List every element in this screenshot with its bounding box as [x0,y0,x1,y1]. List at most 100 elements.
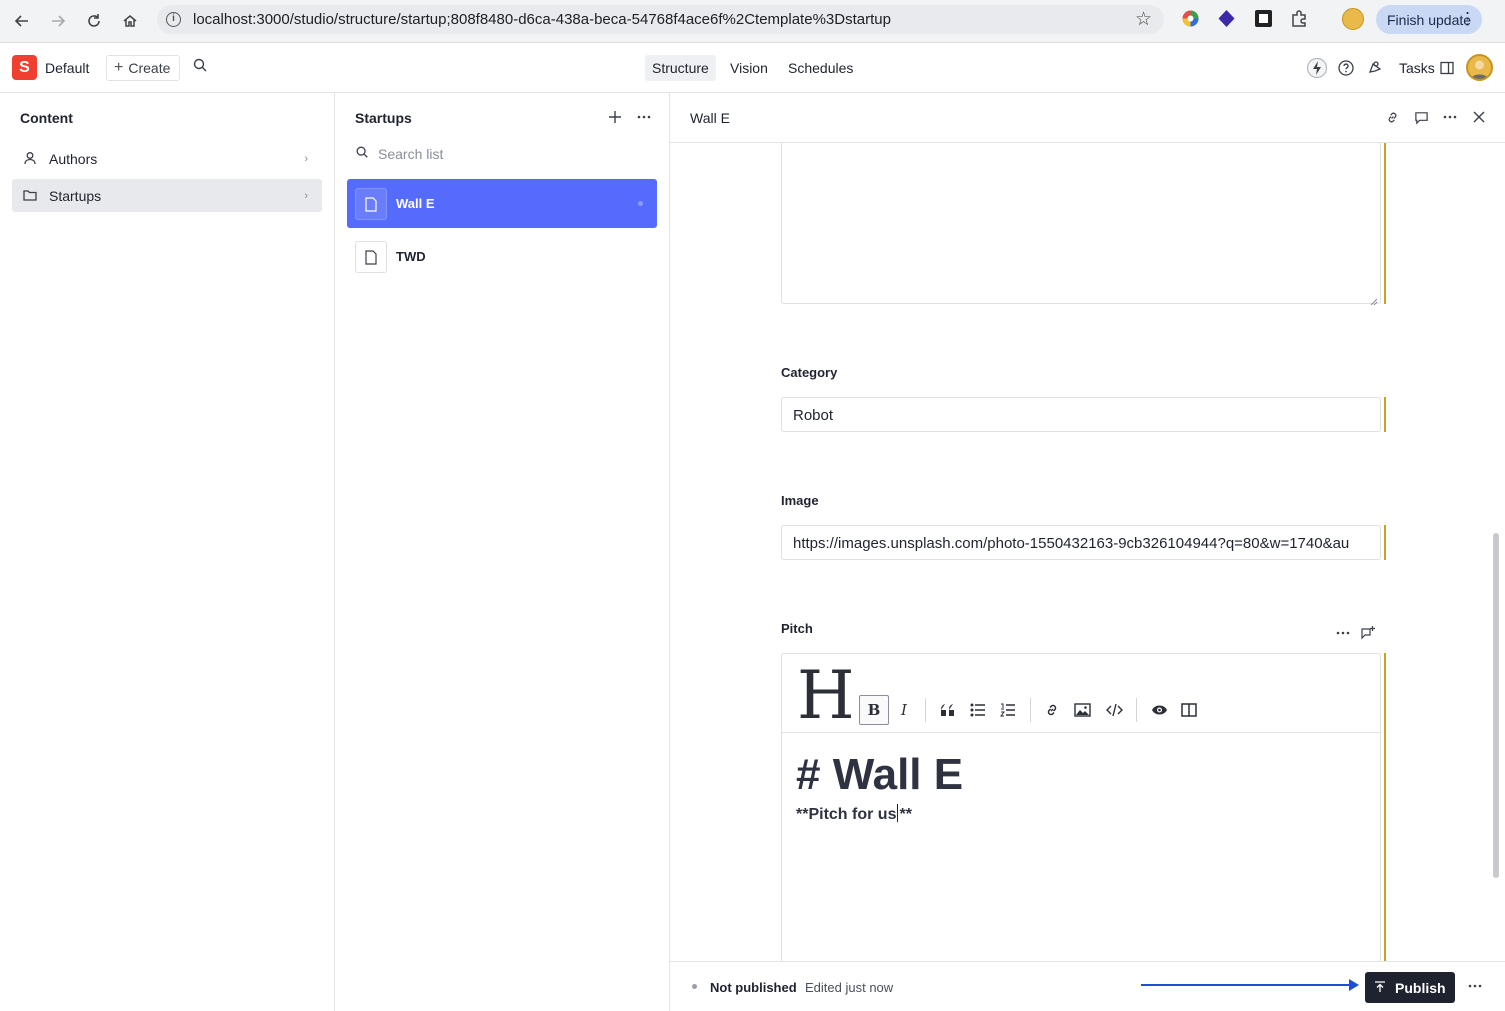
change-indicator [1384,143,1386,304]
list-pane-title: Startups [355,110,412,126]
search-list-placeholder[interactable]: Search list [378,146,443,162]
workspace-name[interactable]: Default [45,60,89,76]
category-label: Category [781,365,838,380]
resize-handle-icon[interactable] [1370,293,1378,306]
markdown-editor[interactable]: H B I # Wall E **Pitch for us ** [781,653,1381,961]
editor-form: Category Robot Image https://images.unsp… [670,143,1505,961]
markdown-body-line[interactable]: **Pitch for us ** [796,804,912,824]
edited-timestamp: Edited just now [805,980,894,995]
diamond-extension-icon[interactable] [1217,9,1236,28]
link-icon[interactable] [1382,107,1402,127]
editor-scrollbar[interactable] [1493,533,1499,878]
document-title: TWD [396,249,426,264]
markdown-toolbar: H B I [782,654,1380,733]
finish-update-button[interactable]: Finish update ⋮ [1376,5,1482,34]
profile-avatar-icon[interactable] [1342,8,1364,30]
toolbar-separator [1030,698,1031,722]
description-textarea[interactable] [781,143,1381,306]
address-bar[interactable]: i localhost:3000/studio/structure/startu… [157,5,1164,34]
browser-menu-icon[interactable]: ⋮ [1459,9,1476,29]
chevron-right-icon: › [304,189,308,202]
tasks-button[interactable]: Tasks [1399,60,1435,76]
create-button[interactable]: + Create [106,55,180,81]
editor-header: Wall E [670,93,1505,143]
frame-extension-icon[interactable] [1254,9,1273,28]
publish-icon [1374,980,1386,996]
field-menu-icon[interactable] [1333,623,1353,643]
list-menu-icon[interactable] [634,107,654,127]
image-icon[interactable] [1067,695,1097,725]
toolbar-separator [1136,698,1137,722]
toolbar-separator [925,698,926,722]
document-title: Wall E [396,196,435,211]
footer-menu-icon[interactable] [1465,976,1485,996]
bullet-list-icon[interactable] [963,695,993,725]
publish-button[interactable]: Publish [1365,972,1455,1003]
nav-item-label: Authors [49,150,98,167]
heading-button[interactable]: H [797,659,855,733]
category-input[interactable]: Robot [781,397,1381,432]
document-icon [355,188,387,220]
publish-status: Not published [710,980,797,995]
plus-icon: + [114,59,124,76]
announcements-icon[interactable] [1364,57,1386,79]
code-icon[interactable] [1099,695,1129,725]
nav-item-label: Startups [49,187,102,204]
help-icon[interactable] [1335,57,1357,79]
status-dot [692,984,697,989]
add-document-icon[interactable] [605,107,625,127]
document-item-twd[interactable]: TWD [347,232,657,281]
extensions-puzzle-icon[interactable] [1290,9,1309,28]
bold-button[interactable]: B [859,695,889,725]
italic-button[interactable]: I [889,695,919,725]
document-menu-icon[interactable] [1440,107,1460,127]
home-icon[interactable] [116,7,144,35]
side-by-side-icon[interactable] [1174,695,1204,725]
change-indicator [1384,525,1386,560]
search-icon[interactable] [192,57,210,75]
studio-logo[interactable]: S [12,55,37,80]
user-icon [22,150,38,166]
url-text[interactable]: localhost:3000/studio/structure/startup;… [193,11,891,28]
document-footer: Not published Edited just now Publish [670,961,1505,1011]
comment-icon[interactable] [1411,107,1431,127]
sidebar-toggle-icon[interactable] [1436,57,1458,79]
tab-schedules[interactable]: Schedules [781,55,860,81]
search-list-field[interactable]: Search list [355,145,443,162]
document-icon [355,241,387,273]
startups-list-pane: Startups Search list Wall E TWD [335,93,670,1011]
forward-icon[interactable] [44,7,72,35]
image-label: Image [781,493,819,508]
lightning-icon[interactable] [1306,57,1328,79]
browser-toolbar: i localhost:3000/studio/structure/startu… [0,0,1505,43]
change-indicator [1384,653,1386,961]
nav-item-startups[interactable]: Startups › [12,179,322,212]
add-comment-icon[interactable] [1358,623,1378,643]
nav-item-authors[interactable]: Authors › [12,142,322,175]
markdown-heading-line[interactable]: # Wall E [796,750,963,800]
image-url-input[interactable]: https://images.unsplash.com/photo-155043… [781,525,1381,560]
document-title-header: Wall E [690,110,730,126]
pitch-label: Pitch [781,621,813,636]
document-editor-pane: Wall E Category Robot Image https://imag… [670,93,1505,1011]
numbered-list-icon[interactable] [993,695,1023,725]
content-pane: Content Authors › Startups › [0,93,335,1011]
change-indicator [1384,397,1386,432]
chevron-right-icon: › [304,152,308,165]
body-after-cursor: ** [899,806,912,823]
tab-structure[interactable]: Structure [645,55,716,81]
reload-icon[interactable] [80,7,108,35]
document-item-wall-e[interactable]: Wall E [347,179,657,228]
close-icon[interactable] [1469,107,1489,127]
back-icon[interactable] [8,7,36,35]
bookmark-star-icon[interactable]: ☆ [1135,8,1152,31]
site-info-icon[interactable]: i [166,12,181,27]
color-extension-icon[interactable] [1181,9,1200,28]
link-icon[interactable] [1037,695,1067,725]
search-icon [355,145,369,162]
annotation-arrow-head [1349,979,1359,991]
user-avatar[interactable] [1466,54,1493,81]
tab-vision[interactable]: Vision [723,55,775,81]
quote-icon[interactable] [933,695,963,725]
preview-eye-icon[interactable] [1144,695,1174,725]
